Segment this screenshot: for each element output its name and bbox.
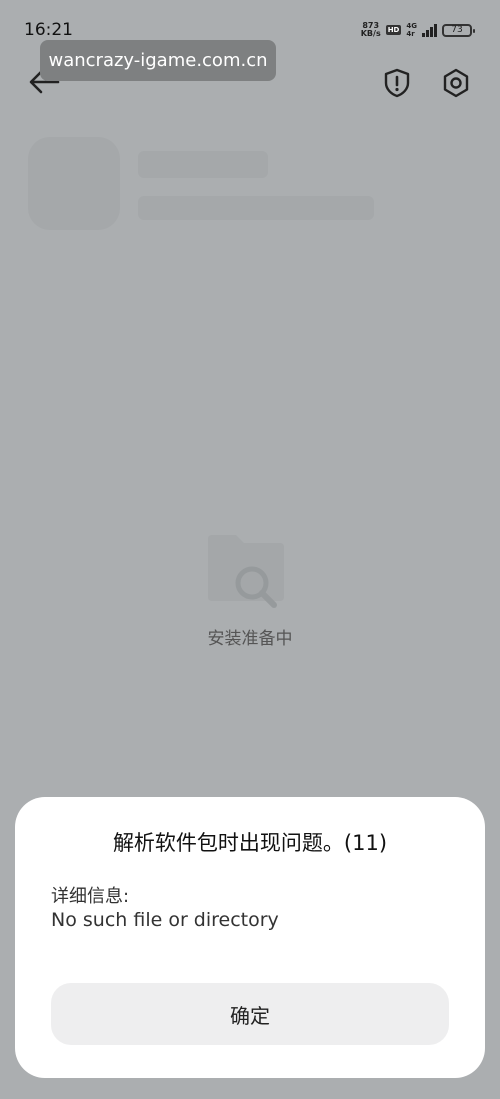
dialog-title: 解析软件包时出现问题。(11) [112, 831, 388, 855]
network-type: 4G 4r [406, 22, 417, 38]
status-icons: 873 KB/s HD 4G 4r 73 [361, 20, 475, 40]
gear-icon [443, 68, 469, 98]
settings-button[interactable] [438, 66, 474, 100]
app-name-placeholder [138, 151, 268, 178]
app-icon-placeholder [28, 137, 120, 230]
error-dialog: 解析软件包时出现问题。(11) 详细信息: No such file or di… [15, 797, 485, 1078]
detail-text: No such file or directory [51, 909, 279, 931]
security-button[interactable] [380, 66, 414, 100]
network-type-top: 4G [406, 22, 417, 30]
shield-alert-icon [384, 68, 410, 98]
network-speed-unit: KB/s [360, 29, 381, 38]
folder-search-icon [206, 533, 286, 613]
url-overlay: wancrazy-igame.com.cn [40, 40, 276, 81]
confirm-button[interactable]: 确定 [51, 983, 449, 1045]
battery-icon: 73 [442, 23, 475, 37]
signal-strength-icon [422, 23, 437, 37]
battery-level: 73 [451, 25, 463, 35]
network-speed: 873 KB/s [361, 22, 381, 38]
network-type-bottom: 4r [406, 30, 415, 38]
app-info-placeholder [138, 196, 374, 220]
install-status-text: 安装准备中 [207, 629, 293, 649]
hd-badge: HD [385, 25, 402, 35]
detail-label: 详细信息: [51, 886, 130, 907]
status-time: 16:21 [24, 20, 73, 40]
